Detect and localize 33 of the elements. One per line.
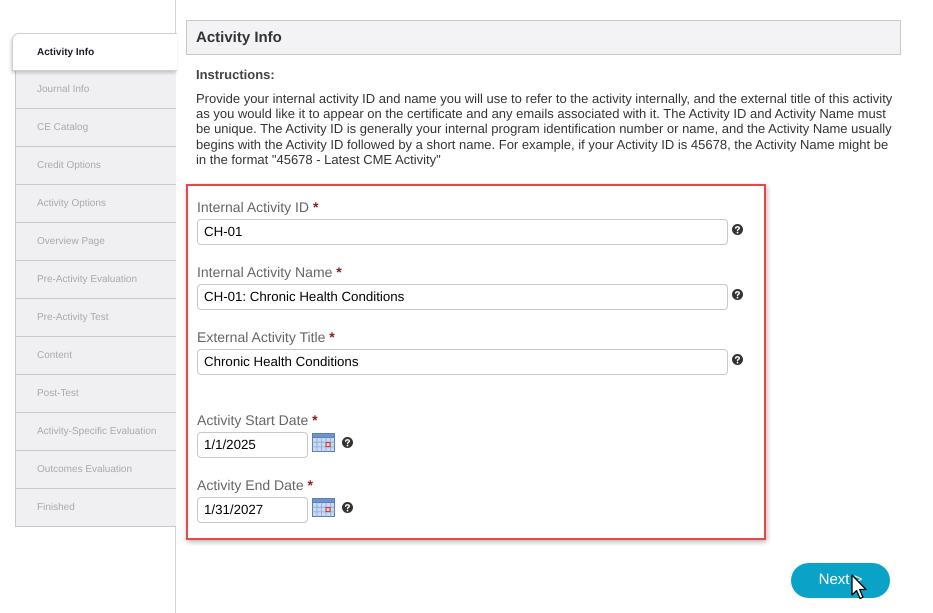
field-label: External Activity Title * [197,328,335,346]
sidebar-tab[interactable]: Outcomes Evaluation [15,451,176,489]
instructions-text: Provide your internal activity ID and name you will use to refer to the activity internally, and the external title of this activity as you would like it to appear on the certificate and any emails associated with it. The Activity ID and Activity Name must be unique. The Activity ID is generally your internal program identification number or name, and the Activity Name usually begins with the Activity ID followed by a short name. For example, if your Activity ID is 45678, the Activity Name might be in the format "45678 - Latest CME Activity" [196,90,894,168]
text-field[interactable]: CH-01 [197,218,728,245]
help-icon[interactable] [732,354,743,365]
sidebar-tab[interactable]: Finished [15,489,176,527]
field-label: Activity End Date * [197,476,313,494]
sidebar-tab[interactable]: Overview Page [15,223,176,261]
text-field[interactable]: Chronic Health Conditions [197,348,728,375]
instructions-heading: Instructions: [196,66,276,84]
sidebar-tab[interactable]: Journal Info [15,71,176,109]
field-label: Internal Activity Name * [197,264,342,281]
panel-title: Activity Info [196,28,282,46]
field-label: Internal Activity ID * [197,198,318,216]
calendar-icon[interactable] [312,432,335,452]
help-icon[interactable] [732,288,743,300]
text-field[interactable]: CH-01: Chronic Health Conditions [197,284,728,310]
help-icon[interactable] [732,224,743,235]
sidebar-tab[interactable]: Credit Options [15,147,176,185]
sidebar-tab[interactable]: Post-Test [15,375,176,413]
help-icon[interactable] [342,436,353,448]
sidebar-tab[interactable]: CE Catalog [15,109,176,147]
field-label: Activity Start Date * [197,412,318,429]
sidebar-tab[interactable]: Activity-Specific Evaluation [15,413,176,451]
date-field[interactable]: 1/31/2027 [197,496,308,523]
help-icon[interactable] [342,502,353,513]
calendar-icon[interactable] [312,498,335,517]
sidebar-tab[interactable]: Content [15,337,176,375]
date-field[interactable]: 1/1/2025 [197,432,308,458]
sidebar-tab[interactable]: Activity Options [15,185,176,223]
sidebar-tab[interactable]: Pre-Activity Test [15,299,176,337]
sidebar-tab[interactable]: Activity Info [12,33,177,71]
sidebar-tab[interactable]: Pre-Activity Evaluation [15,261,176,299]
